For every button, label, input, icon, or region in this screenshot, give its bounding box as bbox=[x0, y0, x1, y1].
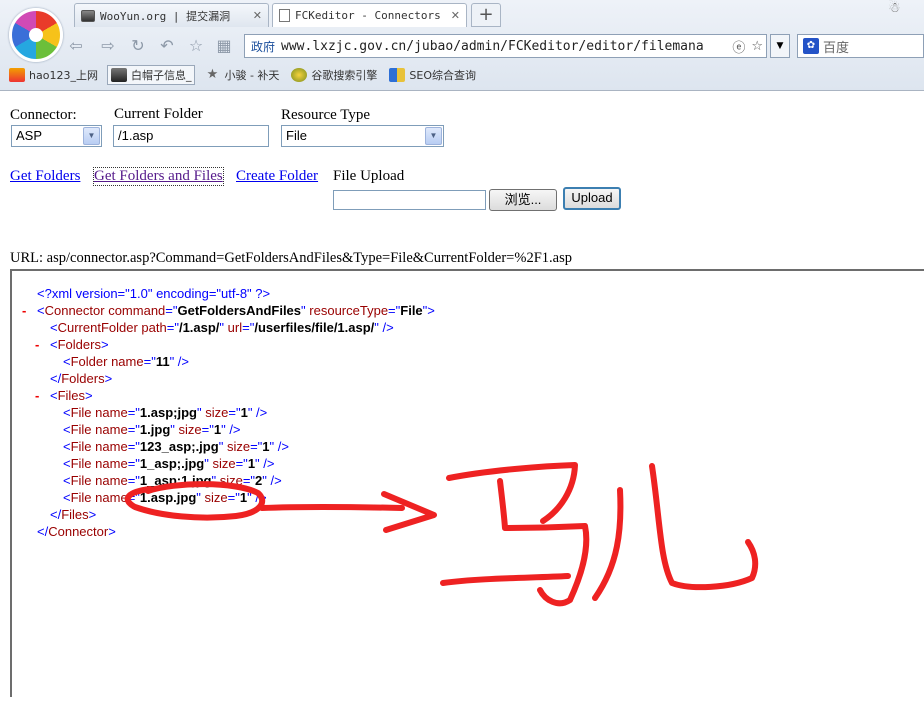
seo-icon bbox=[389, 68, 406, 82]
file-size: 1 bbox=[213, 422, 222, 437]
xml-file-line: <File name="1_asp;.jpg" size="1" /> bbox=[63, 456, 275, 471]
favorite-star-icon[interactable]: ☆ bbox=[186, 36, 206, 56]
chevron-down-icon: ▼ bbox=[83, 127, 100, 145]
connector-select[interactable]: ASP ▼ bbox=[11, 125, 102, 147]
tab-close-icon[interactable]: ✕ bbox=[451, 9, 460, 22]
browse-button[interactable]: 浏览... bbox=[489, 189, 557, 211]
get-folders-and-files-link[interactable]: Get Folders and Files bbox=[93, 167, 224, 186]
xml-file-line: <File name="123_asp;.jpg" size="1" /> bbox=[63, 439, 289, 454]
current-folder-url: /userfiles/file/1.asp/ bbox=[254, 320, 375, 335]
fckeditor-connector-test-page: Connector: ASP ▼ Current Folder /1.asp R… bbox=[0, 92, 924, 712]
connector-command: GetFoldersAndFiles bbox=[177, 303, 302, 318]
xml-file-line: <File name="1.jpg" size="1" /> bbox=[63, 422, 241, 437]
tab-wooyun[interactable]: WooYun.org | 提交漏洞 ✕ bbox=[74, 3, 269, 27]
search-placeholder: 百度 bbox=[823, 40, 850, 56]
resource-type-label: Resource Type bbox=[281, 107, 371, 123]
file-name: 123_asp;.jpg bbox=[139, 439, 219, 454]
wooyun-favicon-icon bbox=[81, 9, 95, 22]
tab-close-icon[interactable]: ✕ bbox=[253, 9, 262, 22]
bookmarks-bar: hao123_上网 白帽子信息_ ★ 小骏 - 补天 谷歌搜索引擎 SEO综合查… bbox=[0, 63, 924, 87]
current-folder-path: /1.asp/ bbox=[178, 320, 220, 335]
file-size: 1 bbox=[240, 405, 248, 420]
bookmark-hao123[interactable]: hao123_上网 bbox=[6, 65, 101, 85]
xml-folder-line: <Folder name="11" /> bbox=[63, 354, 190, 369]
star-icon: ★ bbox=[206, 67, 219, 82]
current-folder-input[interactable]: /1.asp bbox=[113, 125, 269, 147]
tray-icon[interactable]: ☃ bbox=[888, 0, 901, 16]
request-url: URL: asp/connector.asp?Command=GetFolder… bbox=[10, 250, 572, 266]
xml-declaration: <?xml version="1.0" encoding="utf-8" ?> bbox=[37, 286, 271, 301]
file-name: 1_asp;.jpg bbox=[139, 456, 205, 471]
file-path-input[interactable] bbox=[333, 190, 486, 210]
xml-file-line: <File name="1_asp;1.jpg" size="2" /> bbox=[63, 473, 282, 488]
bookmark-seo[interactable]: SEO综合查询 bbox=[386, 65, 479, 85]
file-name: 1.asp.jpg bbox=[139, 490, 197, 505]
bookmark-label: SEO综合查询 bbox=[409, 69, 477, 82]
hao123-icon bbox=[9, 68, 25, 82]
resource-type-select[interactable]: File ▼ bbox=[281, 125, 444, 147]
connector-label: Connector: bbox=[10, 107, 77, 123]
xml-result-frame[interactable]: <?xml version="1.0" encoding="utf-8" ?> … bbox=[10, 269, 924, 697]
file-name: 1.jpg bbox=[139, 422, 171, 437]
file-name: 1.asp;jpg bbox=[139, 405, 197, 420]
xml-folders-open-line: - <Folders> bbox=[35, 336, 109, 353]
baidu-paw-icon: ✿ bbox=[803, 38, 819, 54]
xml-declaration-line: <?xml version="1.0" encoding="utf-8" ?> bbox=[22, 285, 435, 302]
connector-value: ASP bbox=[16, 128, 43, 143]
bookmark-star-icon[interactable]: ☆ bbox=[748, 39, 766, 54]
bookmark-label: 谷歌搜索引擎 bbox=[311, 69, 378, 82]
ie-mode-icon[interactable]: ⓔ bbox=[729, 37, 748, 56]
site-zone-badge: 政府 bbox=[251, 39, 276, 54]
file-size: 1 bbox=[247, 456, 256, 471]
xml-connector-close-line: </Connector> bbox=[37, 524, 116, 539]
tab-title: FCKeditor - Connectors Te bbox=[295, 9, 446, 22]
xml-files-close-line: </Files> bbox=[50, 507, 97, 522]
file-upload-label: File Upload bbox=[333, 168, 405, 184]
new-tab-button[interactable]: + bbox=[471, 3, 501, 27]
connector-resource-type: File bbox=[400, 303, 423, 318]
bookmark-label: 白帽子信息_ bbox=[130, 69, 192, 82]
collapse-toggle-icon[interactable]: - bbox=[35, 387, 39, 404]
page-favicon-icon bbox=[279, 9, 290, 22]
forward-icon[interactable]: ⇨ bbox=[98, 36, 118, 56]
undo-close-icon[interactable]: ↶ bbox=[157, 36, 177, 56]
xml-files-open-line: - <Files> bbox=[35, 387, 93, 404]
address-bar[interactable]: 政府 www.lxzjc.gov.cn/jubao/admin/FCKedito… bbox=[244, 34, 767, 58]
get-folders-link[interactable]: Get Folders bbox=[10, 168, 80, 185]
whitehat-icon bbox=[110, 68, 127, 82]
bookmark-label: 小骏 - 补天 bbox=[224, 69, 280, 82]
address-url[interactable]: www.lxzjc.gov.cn/jubao/admin/FCKeditor/e… bbox=[281, 39, 729, 54]
current-folder-label: Current Folder bbox=[114, 106, 203, 122]
refresh-icon[interactable]: ↻ bbox=[128, 36, 148, 56]
file-size: 1 bbox=[262, 439, 270, 454]
xml-connector-line: - <Connector command="GetFoldersAndFiles… bbox=[22, 302, 435, 319]
tab-fckeditor[interactable]: FCKeditor - Connectors Te ✕ bbox=[272, 3, 467, 27]
search-box[interactable]: ✿ 百度 bbox=[797, 34, 924, 58]
tab-title: WooYun.org | 提交漏洞 bbox=[100, 9, 231, 23]
browser-logo-icon[interactable] bbox=[9, 8, 63, 62]
xml-tree: <?xml version="1.0" encoding="utf-8" ?> … bbox=[22, 285, 435, 540]
browser-chrome: WooYun.org | 提交漏洞 ✕ FCKeditor - Connecto… bbox=[0, 0, 924, 91]
apps-grid-icon[interactable]: ▦ bbox=[214, 36, 234, 56]
chevron-down-icon: ▼ bbox=[425, 127, 442, 145]
xml-folders-close-line: </Folders> bbox=[50, 371, 113, 386]
globe-icon bbox=[291, 68, 308, 82]
file-name: 1_asp;1.jpg bbox=[139, 473, 212, 488]
folder-name: 11 bbox=[155, 354, 170, 369]
resource-type-value: File bbox=[286, 128, 307, 143]
upload-button[interactable]: Upload bbox=[563, 187, 621, 210]
xml-file-line: <File name="1.asp;jpg" size="1" /> bbox=[63, 405, 268, 420]
bookmark-butian[interactable]: ★ 小骏 - 补天 bbox=[201, 65, 282, 85]
collapse-toggle-icon[interactable]: - bbox=[22, 302, 26, 319]
collapse-toggle-icon[interactable]: - bbox=[35, 336, 39, 353]
create-folder-link[interactable]: Create Folder bbox=[236, 168, 318, 185]
address-dropdown-icon[interactable]: ▼ bbox=[770, 34, 790, 58]
xml-file-line: <File name="1.asp.jpg" size="1" /> bbox=[63, 490, 267, 505]
bookmark-label: hao123_上网 bbox=[29, 69, 98, 82]
bookmark-google-search[interactable]: 谷歌搜索引擎 bbox=[288, 65, 380, 85]
bookmark-whitehat[interactable]: 白帽子信息_ bbox=[106, 65, 196, 85]
xml-current-folder-line: <CurrentFolder path="/1.asp/" url="/user… bbox=[50, 320, 394, 335]
back-icon[interactable]: ⇦ bbox=[66, 36, 86, 56]
